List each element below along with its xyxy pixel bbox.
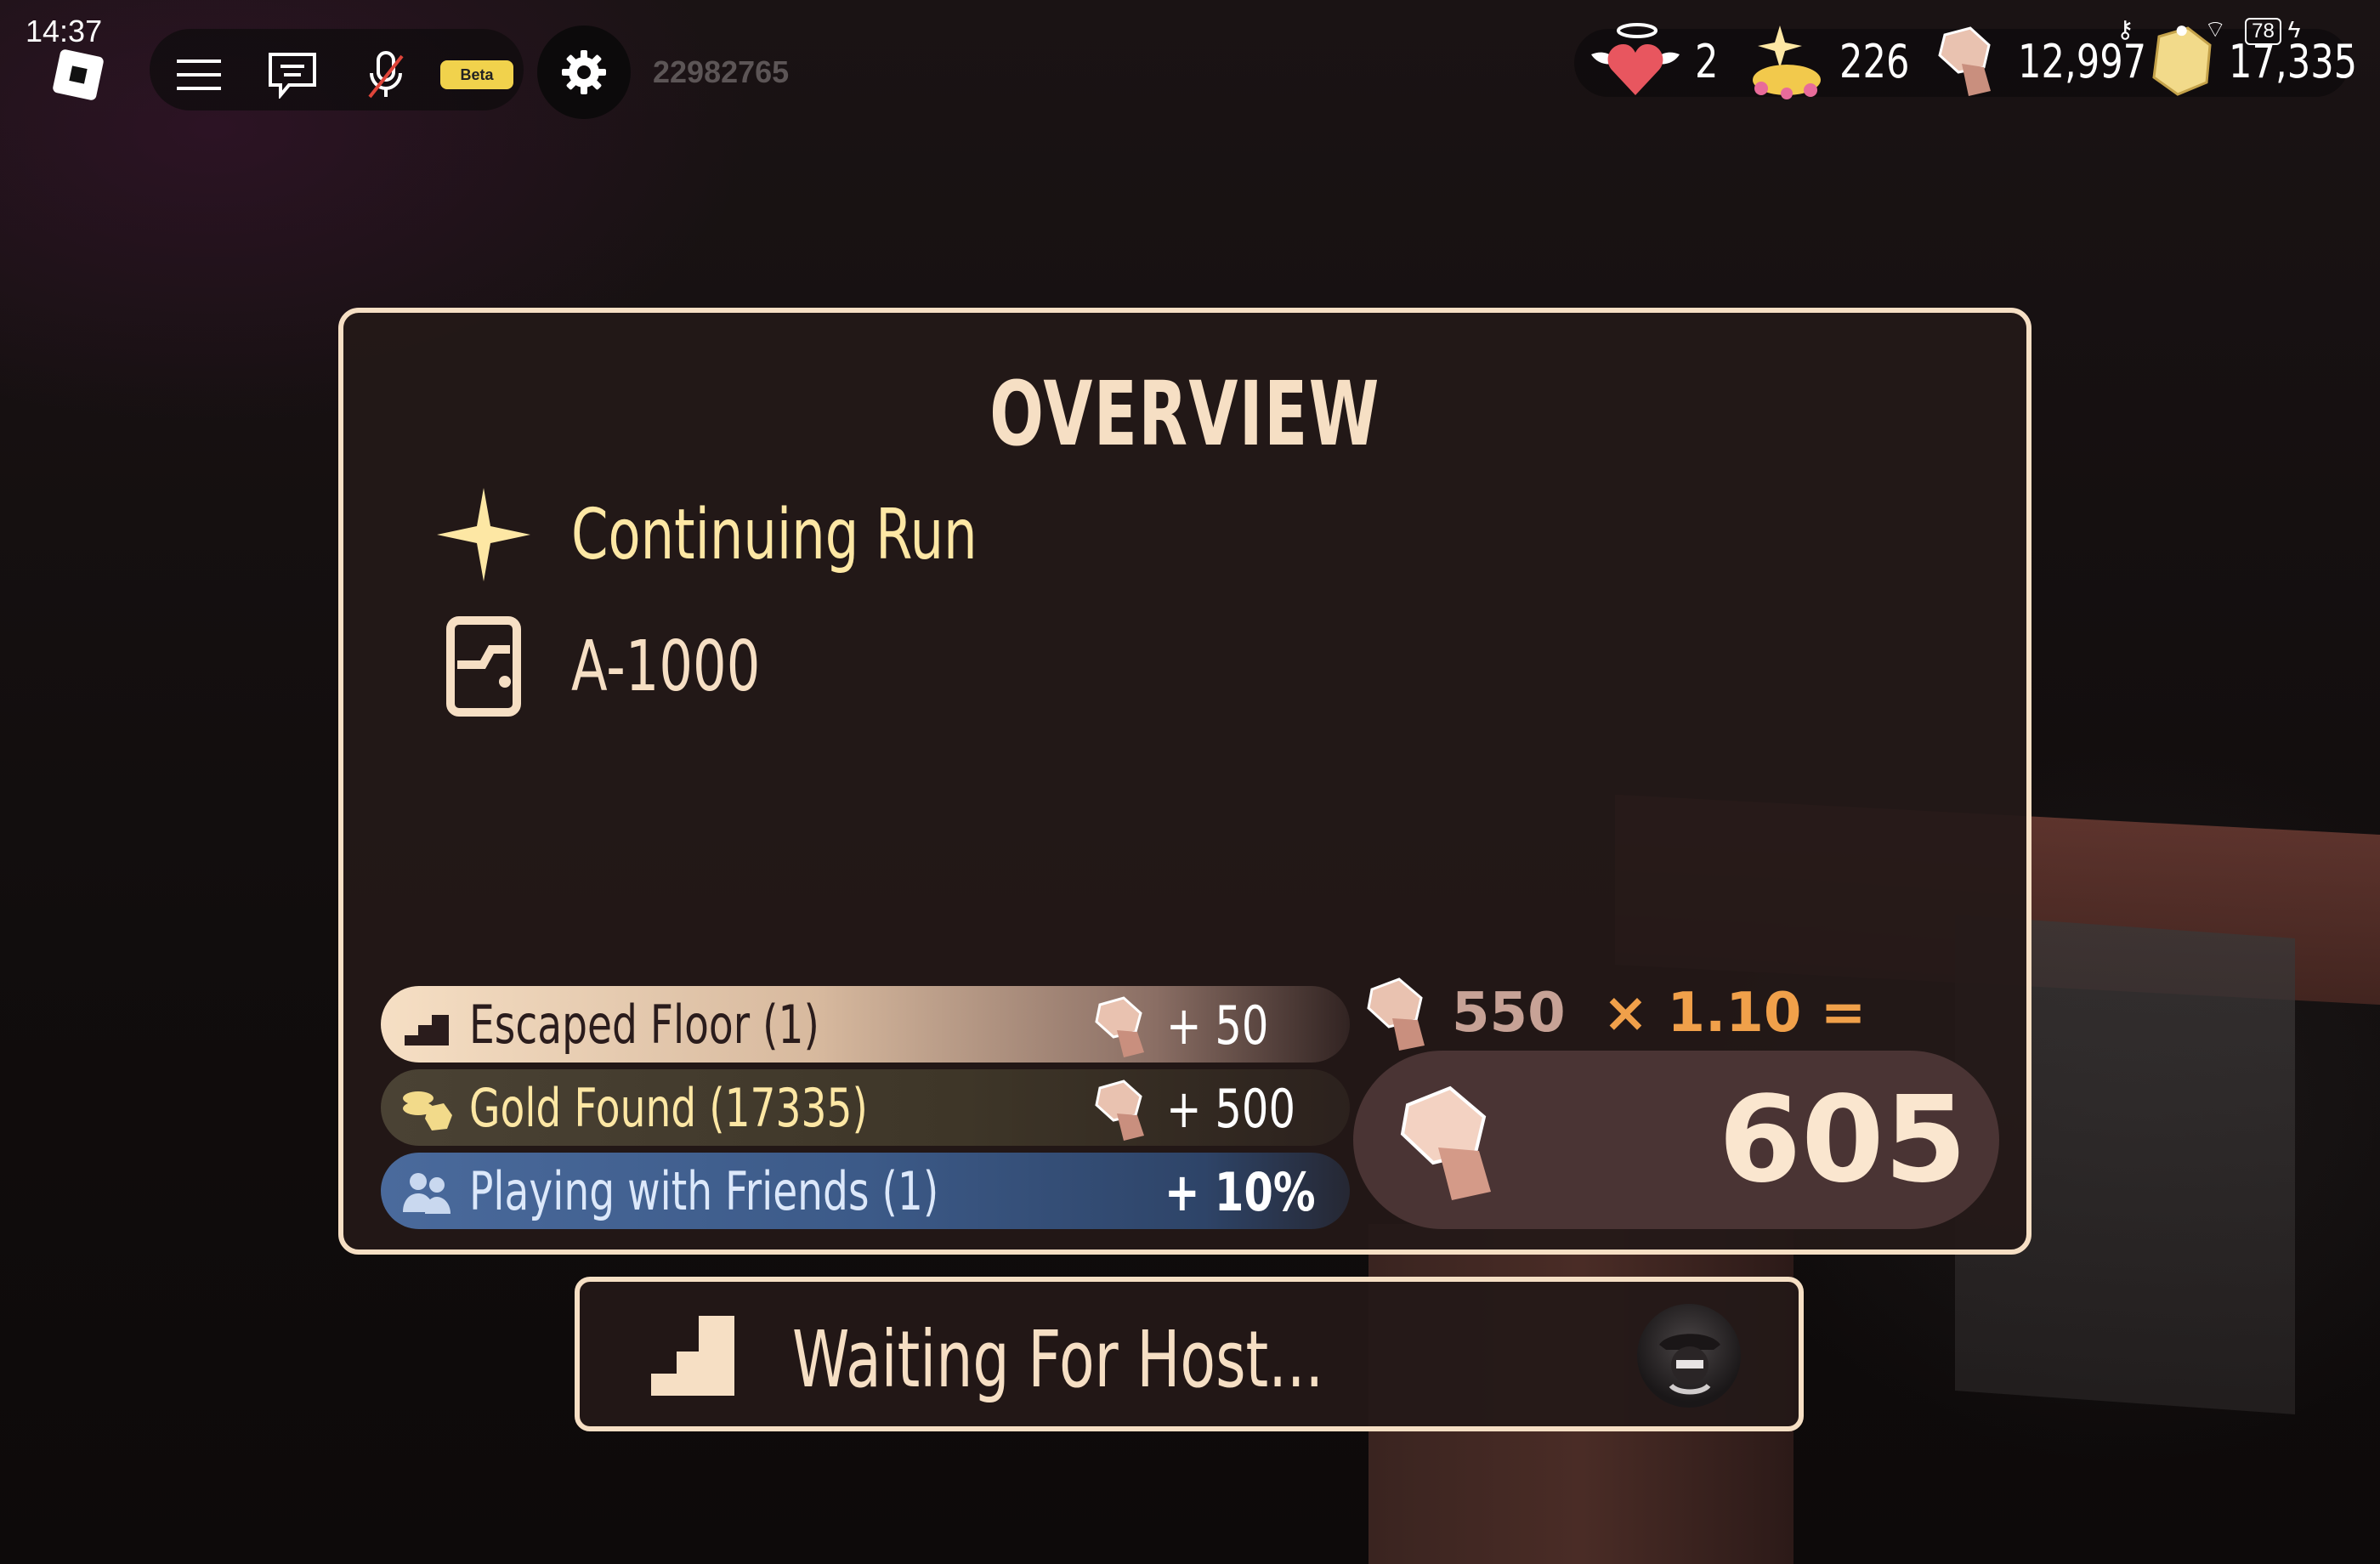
key-icon: ⚷ (2116, 16, 2134, 42)
battery-level: 78 (2245, 18, 2281, 45)
reward-label: Playing with Friends (1) (469, 1159, 939, 1222)
reward-row-escaped-floor: Escaped Floor (1) + 50 (381, 986, 1350, 1062)
waiting-label: Waiting For Host... (792, 1314, 1324, 1405)
clock: 14:37 (26, 14, 103, 48)
total-value: 605 (1718, 1071, 1967, 1210)
host-avatar (1637, 1304, 1741, 1408)
friends-icon (403, 1173, 450, 1214)
floor-row: A-1000 (437, 614, 820, 719)
chat-icon[interactable] (267, 49, 318, 100)
reward-value: + 500 (1166, 1078, 1295, 1140)
stardust-counter: 226 (1742, 26, 1927, 99)
angel-heart-icon (1591, 23, 1680, 95)
stairs-icon (405, 1015, 449, 1046)
stardust-value: 226 (1839, 34, 1910, 88)
knob-icon (1095, 996, 1144, 1057)
settings-button[interactable] (537, 26, 631, 119)
reward-label: Escaped Floor (1) (469, 993, 819, 1056)
reward-label: Gold Found (17335) (469, 1076, 868, 1139)
knob-icon (1095, 1080, 1144, 1141)
reward-value: + 10% (1164, 1161, 1316, 1223)
user-id-text: 22982765 (653, 54, 790, 89)
menu-icon[interactable] (173, 49, 224, 100)
reward-value: + 50 (1166, 994, 1269, 1057)
run-status-row: Continuing Run (437, 488, 1105, 581)
door-icon (446, 616, 521, 717)
overview-title: OVERVIEW (989, 362, 1380, 466)
reward-row-friends: Playing with Friends (1) + 10% (381, 1153, 1350, 1229)
gear-icon (562, 50, 606, 94)
overview-panel: OVERVIEW Continuing Run A-1000 Escaped F… (338, 308, 2032, 1255)
microphone-muted-icon[interactable] (360, 49, 411, 100)
wifi-icon: ⌔ (2204, 16, 2227, 42)
multiplier-value: × 1.10 = (1602, 982, 1867, 1045)
stairs-icon (651, 1316, 734, 1396)
stardust-icon (1753, 26, 1821, 99)
gold-coins-icon (403, 1091, 452, 1130)
reward-formula: 550 × 1.10 = (1358, 972, 1866, 1054)
floor-label: A-1000 (571, 626, 761, 707)
status-indicators: ⚷ ● ⌔ 78 ϟ (2116, 15, 2300, 45)
beta-label: Beta (440, 60, 513, 89)
reward-row-gold-found: Gold Found (17335) + 500 (381, 1069, 1350, 1146)
base-value: 550 (1452, 982, 1566, 1045)
mic-status-icon: ● (2174, 16, 2190, 42)
knob-icon (1938, 26, 1991, 96)
waiting-for-host-button[interactable]: Waiting For Host... (575, 1277, 1804, 1431)
knob-icon (1367, 978, 1425, 1051)
beta-badge[interactable]: Beta (439, 49, 515, 100)
revives-counter: 2 (1583, 23, 1724, 97)
revives-value: 2 (1695, 34, 1719, 88)
total-reward-box: 605 (1353, 1051, 1999, 1229)
charging-icon: ϟ (2287, 16, 2301, 42)
roblox-logo-icon[interactable] (52, 48, 105, 101)
knob-icon (1400, 1085, 1491, 1200)
run-status-label: Continuing Run (571, 494, 978, 575)
sparkle-icon (437, 488, 530, 581)
